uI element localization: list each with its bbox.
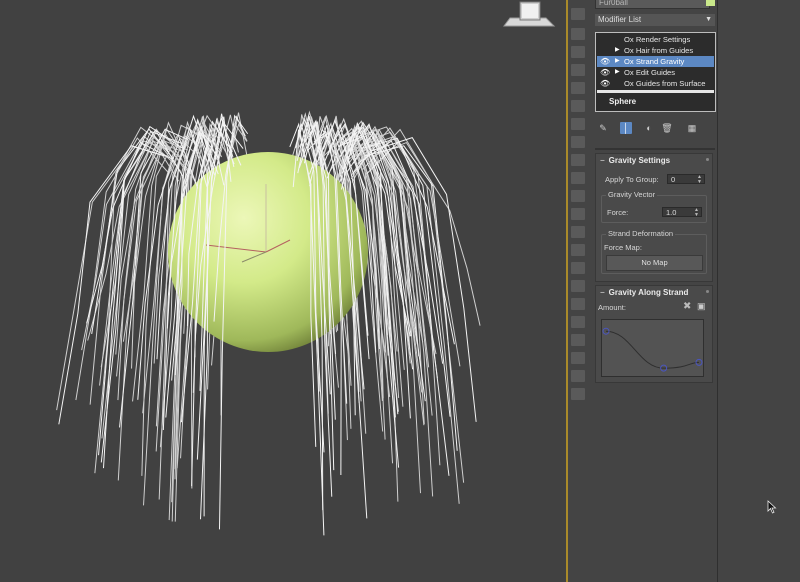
rollout-header[interactable]: − Gravity Settings [600,156,670,165]
expand-triangle-icon[interactable]: ▶ [615,45,620,56]
stack-base-object[interactable]: Sphere [597,95,714,108]
show-end-result-icon[interactable]: │ [620,122,632,134]
modifier-list-dropdown[interactable]: Modifier List ▼ [595,14,715,26]
gravity-vector-group: Gravity Vector Force: 1.0 ▲ ▼ [601,190,707,223]
toolbar-button[interactable] [571,8,585,20]
visibility-eye-icon[interactable]: 👁 [600,78,610,89]
amount-curve-editor[interactable] [601,319,704,377]
rollout-dot-icon [706,290,709,293]
toolbar-button[interactable] [571,154,585,166]
toolbar-button[interactable] [571,280,585,292]
stack-item-ox-guides-from-surface[interactable]: 👁 Ox Guides from Surface [597,78,714,89]
modifier-list-label: Modifier List [598,15,642,24]
gravity-along-strand-rollout: − Gravity Along Strand Amount: ✖ ▣ [595,285,713,383]
stack-divider [597,90,714,93]
toolbar-button[interactable] [571,100,585,112]
collapse-icon: − [600,156,605,165]
toolbar-button[interactable] [571,172,585,184]
stack-item-ox-edit-guides[interactable]: 👁 ▶ Ox Edit Guides [597,67,714,78]
toolbar-button[interactable] [571,64,585,76]
toolbar-button[interactable] [571,226,585,238]
expand-triangle-icon[interactable]: ▶ [615,67,620,78]
stack-item-label: Ox Hair from Guides [624,46,694,55]
chevron-down-icon: ▼ [705,16,712,23]
toolbar-button[interactable] [571,352,585,364]
toolbar-button[interactable] [571,190,585,202]
pin-icon[interactable]: ✎ [597,122,609,134]
stack-item-label: Ox Strand Gravity [624,57,685,66]
panel-divider [595,148,715,150]
toolbar-button[interactable] [571,46,585,58]
stack-item-label: Ox Guides from Surface [624,79,706,88]
expand-triangle-icon[interactable]: ▶ [615,56,620,67]
close-icon[interactable]: ✖ [683,301,691,312]
visibility-eye-icon[interactable]: 👁 [600,67,610,78]
configure-sets-icon[interactable]: ▦ [686,122,698,134]
viewport-perspective[interactable] [0,0,566,582]
force-spinner[interactable]: 1.0 ▲ ▼ [662,207,702,218]
toolbar-button[interactable] [571,28,585,40]
stack-item-ox-render-settings[interactable]: Ox Render Settings [597,34,714,45]
panel-divider-line [717,0,718,582]
amount-label: Amount: [598,303,626,312]
viewcube-icon[interactable] [502,0,558,30]
viewport-scene [56,110,481,536]
remove-modifier-icon[interactable]: 🗑 [661,122,673,134]
toolbar-button[interactable] [571,118,585,130]
stack-item-label: Ox Edit Guides [624,68,676,77]
visibility-eye-icon[interactable]: 👁 [600,56,610,67]
apply-to-group-spinner[interactable]: 0 ▲ ▼ [667,174,705,185]
spinner-arrows-icon[interactable]: ▲ ▼ [697,175,702,185]
apply-to-group-label: Apply To Group: [605,175,659,184]
command-panel: Fur0ball Modifier List ▼ Ox Render Setti… [588,0,800,582]
curve-graph [602,327,703,372]
strand-deformation-group: Strand Deformation Force Map: No Map [601,229,707,274]
toolbar-button[interactable] [571,316,585,328]
strand-deformation-title: Strand Deformation [606,229,676,238]
toolbar-button[interactable] [571,136,585,148]
maximize-icon[interactable]: ▣ [697,301,706,312]
toolbar-button[interactable] [571,244,585,256]
curve-line [605,330,700,369]
force-map-label: Force Map: [604,243,642,252]
apply-to-group-value: 0 [671,175,676,184]
stack-item-label: Ox Render Settings [624,35,691,44]
stack-item-ox-hair-from-guides[interactable]: ▶ Ox Hair from Guides [597,45,714,56]
spinner-arrows-icon[interactable]: ▲ ▼ [694,208,699,218]
stack-item-ox-strand-gravity[interactable]: 👁 ▶ Ox Strand Gravity [597,56,714,67]
hair-strand [100,130,183,463]
object-name-field[interactable]: Fur0ball [595,0,710,9]
rollout-dot-icon [706,158,709,161]
object-color-swatch[interactable] [706,0,715,6]
rollout-header[interactable]: − Gravity Along Strand [600,288,688,297]
toolbar-button[interactable] [571,370,585,382]
mouse-cursor-icon [767,500,777,514]
rollout-title: Gravity Along Strand [608,288,689,297]
toolbar-button[interactable] [571,82,585,94]
toolbar-button[interactable] [571,388,585,400]
toolbar-button[interactable] [571,208,585,220]
gravity-vector-title: Gravity Vector [606,190,658,199]
force-value: 1.0 [666,208,677,217]
make-unique-icon[interactable]: ◐ [643,122,655,134]
toolbar-button[interactable] [571,262,585,274]
force-map-button[interactable]: No Map [606,255,703,271]
gravity-settings-rollout: − Gravity Settings Apply To Group: 0 ▲ ▼ G… [595,153,713,282]
toolbar-button[interactable] [571,334,585,346]
rollout-title: Gravity Settings [608,156,671,165]
modifier-stack: Ox Render Settings ▶ Ox Hair from Guides… [595,32,716,112]
modifier-toolbar [568,0,588,582]
toolbar-button[interactable] [571,298,585,310]
force-label: Force: [607,208,629,217]
collapse-icon: − [600,288,605,297]
stack-toolbar: ✎ │ ◐ 🗑 ▦ [595,122,715,136]
